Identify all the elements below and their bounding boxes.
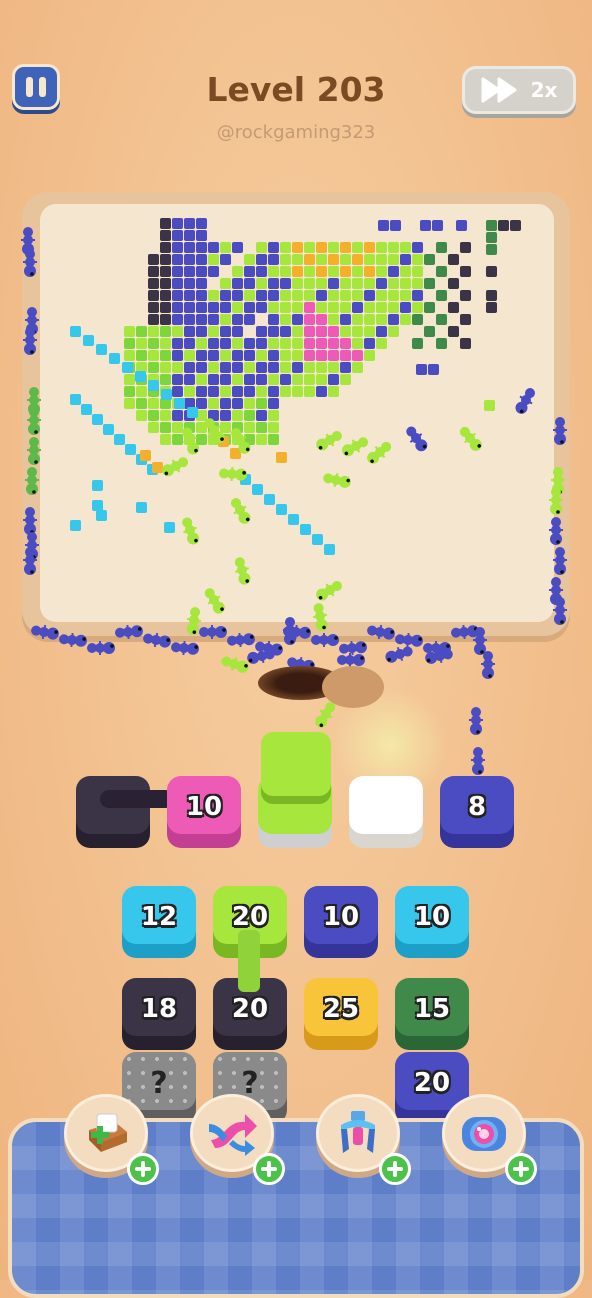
lifting-tile [261, 732, 331, 796]
ant [27, 437, 41, 465]
ant [227, 632, 255, 648]
ant [406, 426, 428, 452]
dirt-mound [322, 666, 384, 708]
magnet-claw-icon [341, 1111, 375, 1153]
ant [339, 640, 367, 656]
ant [231, 498, 251, 524]
add-tile-icon [89, 1113, 127, 1152]
ant [459, 426, 482, 451]
ant [115, 624, 143, 640]
ant [182, 517, 200, 545]
ant [23, 507, 37, 535]
plus-icon [387, 1161, 403, 1177]
queue-slot[interactable]: 10 [167, 776, 241, 854]
magnet-claw-plus-badge[interactable] [379, 1153, 411, 1185]
ant [231, 428, 251, 454]
ant [23, 327, 37, 355]
ant [311, 633, 339, 647]
tile-count: 20 [231, 902, 269, 932]
ant [23, 249, 37, 277]
vacuum-booster[interactable] [442, 1094, 537, 1185]
ant [395, 632, 423, 648]
grid-tile[interactable]: 10 [304, 886, 378, 964]
grid-tile[interactable]: 10 [395, 886, 469, 964]
vacuum-icon [462, 1117, 506, 1151]
ant [219, 466, 247, 482]
ant [337, 653, 365, 667]
ant [59, 632, 87, 648]
ant [549, 487, 563, 515]
ant [469, 707, 483, 735]
grid-tile[interactable]: 12 [122, 886, 196, 964]
plus-icon [135, 1161, 151, 1177]
ant [316, 581, 342, 601]
queue-slot[interactable] [76, 776, 174, 854]
ant [25, 467, 39, 495]
ant [162, 457, 189, 477]
tile-count: 10 [185, 792, 223, 822]
ant [385, 646, 413, 663]
tile-pipe [238, 930, 260, 992]
ant [221, 656, 249, 673]
ant [199, 625, 227, 639]
mystery-mark: ? [241, 1065, 259, 1101]
add-tile-plus-badge[interactable] [127, 1153, 159, 1185]
ant [182, 427, 200, 455]
ant [87, 641, 115, 655]
ant [171, 640, 199, 656]
ant [312, 603, 328, 631]
ant [367, 441, 392, 464]
ant [316, 431, 342, 451]
tile-count: 12 [140, 902, 178, 932]
shuffle-plus-badge[interactable] [253, 1153, 285, 1185]
queue-slot[interactable]: 8 [440, 776, 514, 854]
vacuum-plus-badge[interactable] [505, 1153, 537, 1185]
ant [204, 588, 225, 614]
ant [553, 547, 567, 575]
ant [283, 617, 297, 645]
ant [553, 597, 567, 625]
shuffle-booster[interactable] [190, 1094, 285, 1185]
grid-tile[interactable]: 18 [122, 978, 196, 1056]
tile-count: 20 [413, 1068, 451, 1098]
tile-count: 15 [413, 994, 451, 1024]
ant [27, 407, 41, 435]
queue-slot[interactable] [349, 776, 423, 854]
plus-icon [513, 1161, 529, 1177]
ant [471, 747, 485, 775]
ant [23, 547, 37, 575]
ant [549, 517, 563, 545]
tile-count: 18 [140, 994, 178, 1024]
ant [323, 472, 351, 488]
mystery-mark: ? [150, 1065, 168, 1101]
ant [367, 624, 395, 640]
grid-tile[interactable]: 25 [304, 978, 378, 1056]
ant [31, 624, 59, 640]
ant [473, 627, 487, 655]
shuffle-icon [209, 1114, 257, 1156]
magnet-claw-booster[interactable] [316, 1094, 411, 1185]
tile-count: 25 [322, 994, 360, 1024]
hose-connector [100, 790, 174, 808]
ant [515, 388, 535, 414]
plus-icon [261, 1161, 277, 1177]
tile-count: 10 [322, 902, 360, 932]
add-tile-booster[interactable] [64, 1094, 159, 1185]
ant [553, 417, 567, 445]
queue-slot[interactable] [258, 732, 332, 854]
grid-tile[interactable]: 15 [395, 978, 469, 1056]
tile-count: 10 [413, 902, 451, 932]
ant [481, 651, 495, 679]
tile-count: 20 [231, 994, 269, 1024]
ant [204, 418, 225, 444]
ant [342, 437, 369, 457]
ant [143, 632, 171, 648]
ant [234, 557, 251, 585]
tile-count: 8 [467, 792, 487, 822]
